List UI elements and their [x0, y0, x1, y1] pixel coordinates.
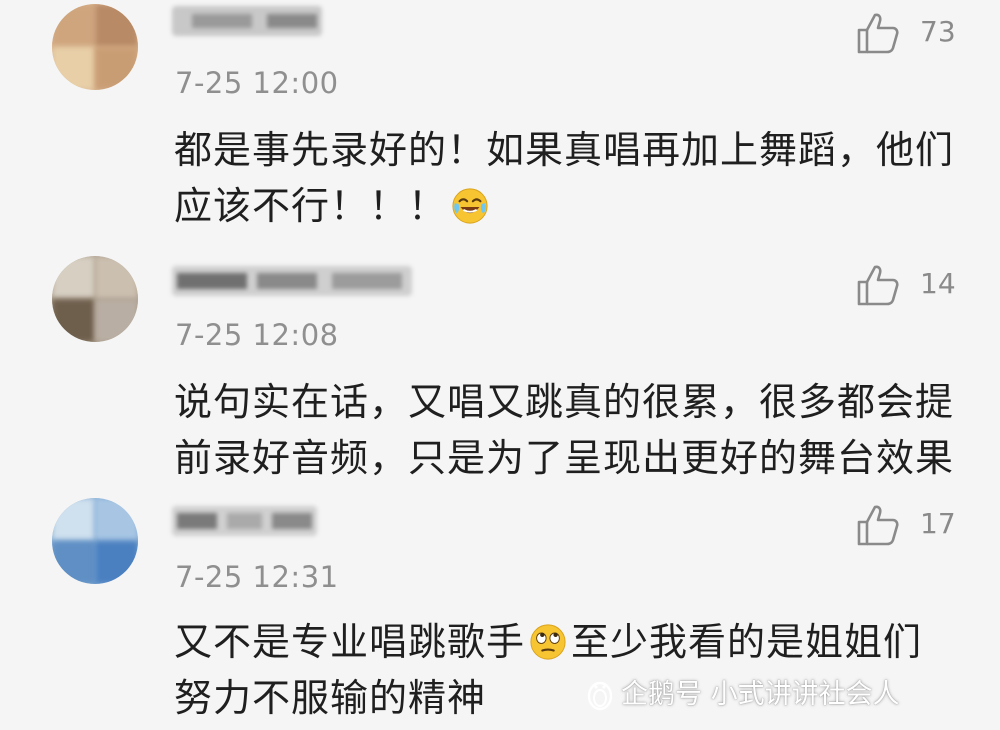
username-blurred[interactable] — [172, 266, 412, 296]
avatar[interactable] — [52, 4, 138, 90]
watermark-text: 企鹅号 小式讲讲社会人 — [621, 679, 900, 710]
like-count: 14 — [920, 267, 956, 300]
comment-timestamp: 7-25 12:08 — [175, 318, 339, 352]
avatar[interactable] — [52, 256, 138, 342]
comment-text-line: 前录好音频，只是为了呈现出更好的舞台效果 — [174, 436, 955, 480]
like-button[interactable]: 17 — [856, 504, 966, 548]
comment-text: 都是事先录好的！如果真唱再加上舞蹈，他们 应该不行！！！ — [174, 122, 974, 234]
comment-text-line: 又不是专业唱跳歌手 至少我看的是姐姐们 — [174, 614, 974, 670]
comment-text-segment: 应该不行！！！ — [174, 184, 448, 228]
comment-text-segment: 又不是专业唱跳歌手 — [174, 620, 526, 664]
comment-text-line: 都是事先录好的！如果真唱再加上舞蹈，他们 — [174, 128, 955, 172]
comment-text-line: 应该不行！！！ — [174, 178, 974, 234]
like-count: 17 — [920, 507, 956, 540]
comment-list: 7-25 12:00 73 都是事先录好的！如果真唱再加上舞蹈，他们 应该不行！… — [0, 0, 1000, 730]
username-blurred[interactable] — [172, 6, 322, 36]
comment-timestamp: 7-25 12:00 — [175, 66, 339, 100]
comment-text: 说句实在话，又唱又跳真的很累，很多都会提 前录好音频，只是为了呈现出更好的舞台效… — [174, 374, 974, 486]
thumbs-up-icon — [857, 265, 899, 306]
thumbs-up-icon — [857, 13, 899, 54]
penguin-logo-icon — [587, 681, 613, 711]
like-count: 73 — [920, 15, 956, 48]
laughing-crying-emoji-icon — [452, 188, 488, 224]
comment-timestamp: 7-25 12:31 — [175, 560, 339, 594]
like-button[interactable]: 14 — [856, 264, 966, 308]
comment-text-line: 说句实在话，又唱又跳真的很累，很多都会提 — [174, 380, 955, 424]
avatar[interactable] — [52, 498, 138, 584]
username-blurred[interactable] — [172, 506, 317, 536]
like-button[interactable]: 73 — [856, 12, 966, 56]
thumbs-up-icon — [857, 505, 899, 546]
eye-roll-emoji-icon — [530, 624, 566, 660]
watermark: 企鹅号 小式讲讲社会人 — [585, 672, 900, 716]
comment-text-segment: 至少我看的是姐姐们 — [571, 620, 923, 664]
